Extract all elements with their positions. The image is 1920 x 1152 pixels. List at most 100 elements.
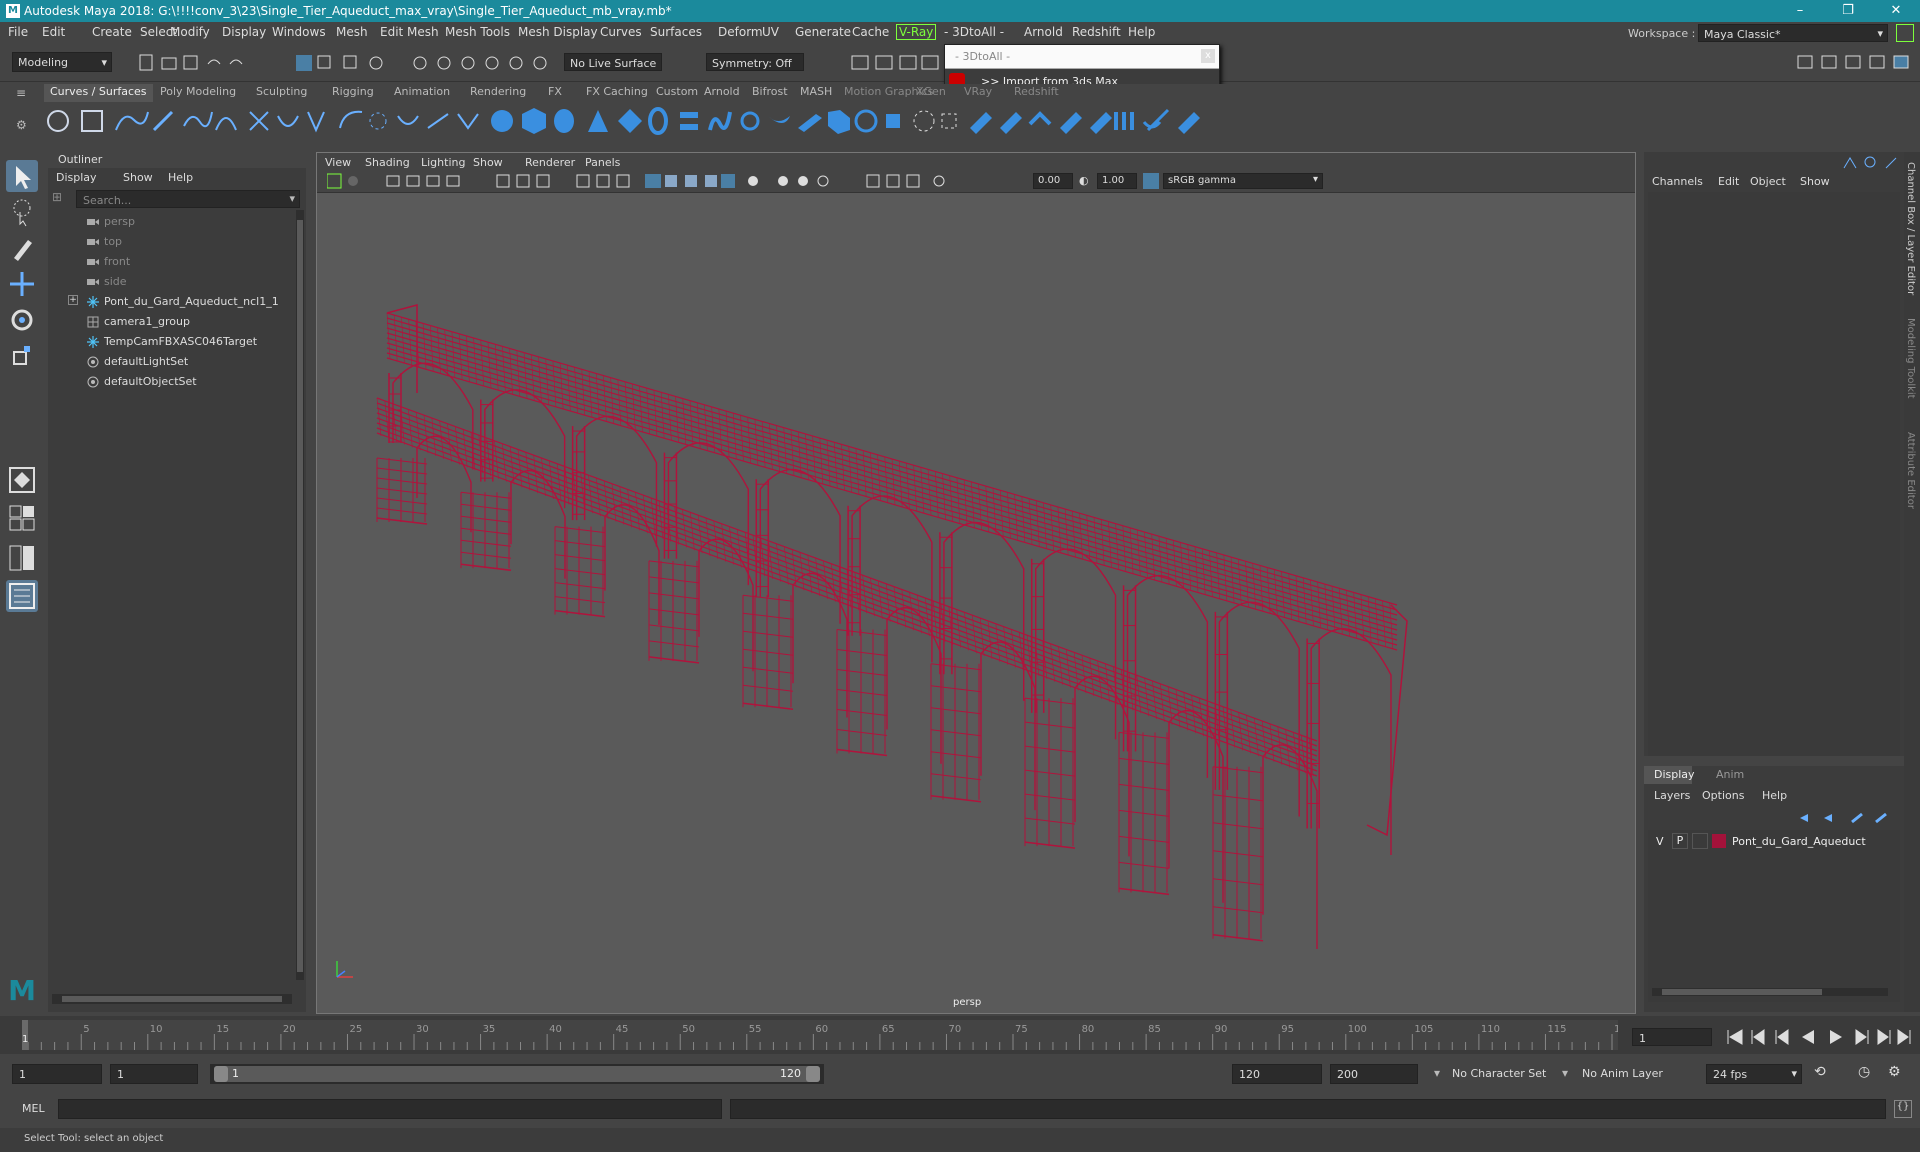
- shelf-tab-mash[interactable]: MASH: [794, 84, 838, 102]
- animation-end-field[interactable]: 200: [1330, 1064, 1418, 1084]
- current-frame-field[interactable]: 1: [1632, 1028, 1712, 1046]
- shelf-tab-xgen[interactable]: XGen: [910, 84, 952, 102]
- layer-playback-toggle[interactable]: P: [1672, 833, 1688, 849]
- layer-menu-help[interactable]: Help: [1762, 789, 1787, 802]
- tab-display[interactable]: Display: [1644, 766, 1695, 784]
- outliner-h-scrollbar[interactable]: [52, 994, 292, 1004]
- workspace-dropdown[interactable]: Maya Classic* ▾: [1698, 24, 1888, 42]
- outliner-item[interactable]: defaultLightSet: [48, 352, 298, 372]
- layer-menu-options[interactable]: Options: [1702, 789, 1744, 802]
- menu-mesh[interactable]: Mesh: [336, 25, 368, 39]
- layer-type-toggle[interactable]: [1692, 833, 1708, 849]
- rotate-tool-icon[interactable]: [6, 304, 38, 336]
- viewport-menu-renderer[interactable]: Renderer: [525, 156, 575, 169]
- shelf-tab-redshift[interactable]: Redshift: [1008, 84, 1065, 102]
- menu-set-dropdown[interactable]: Modeling ▾: [12, 52, 112, 72]
- menu-arnold[interactable]: Arnold: [1024, 25, 1063, 39]
- layer-menu-layers[interactable]: Layers: [1654, 789, 1690, 802]
- playback-start-field[interactable]: 1: [110, 1064, 198, 1084]
- maximize-button[interactable]: ❐: [1828, 0, 1868, 22]
- shelf-tab-fx-caching[interactable]: FX Caching: [580, 84, 654, 102]
- panel-toggle-icons[interactable]: [1796, 52, 1912, 74]
- tab-modeling-toolkit[interactable]: Modeling Toolkit: [1905, 318, 1916, 399]
- tab-channel-box-layer-editor[interactable]: Channel Box / Layer Editor: [1905, 162, 1916, 295]
- viewport-toolbar-icons[interactable]: [327, 173, 1027, 191]
- lock-icon[interactable]: [1896, 24, 1914, 42]
- outliner-item[interactable]: + Pont_du_Gard_Aqueduct_ncl1_1: [48, 292, 298, 312]
- playback-end-field[interactable]: 120: [1232, 1064, 1322, 1084]
- channelbox-menu-show[interactable]: Show: [1800, 175, 1830, 188]
- menu-modify[interactable]: Modify: [170, 25, 210, 39]
- expand-icon[interactable]: +: [68, 295, 78, 305]
- viewport-menu-panels[interactable]: Panels: [585, 156, 620, 169]
- select-tool-icon[interactable]: [6, 160, 38, 192]
- menu-v-ray[interactable]: V-Ray: [896, 24, 937, 40]
- range-end-grip[interactable]: [806, 1066, 820, 1082]
- menu-display[interactable]: Display: [222, 25, 266, 39]
- outliner-menu-help[interactable]: Help: [168, 171, 193, 184]
- menu-surfaces[interactable]: Surfaces: [650, 25, 702, 39]
- shelf-tab-custom[interactable]: Custom: [650, 84, 704, 102]
- range-slider-handle[interactable]: 1 120: [214, 1066, 820, 1082]
- outliner-item[interactable]: defaultObjectSet: [48, 372, 298, 392]
- menu-help[interactable]: Help: [1128, 25, 1155, 39]
- menu-windows[interactable]: Windows: [272, 25, 326, 39]
- character-set-icon[interactable]: ▾: [1434, 1066, 1448, 1080]
- filter-icon[interactable]: ⊞: [52, 190, 68, 206]
- color-management-icon[interactable]: [1143, 173, 1159, 189]
- outliner-item[interactable]: persp: [48, 212, 298, 232]
- live-surface-field[interactable]: No Live Surface: [564, 53, 662, 71]
- menu-generate[interactable]: Generate: [795, 25, 851, 39]
- tab-attribute-editor[interactable]: Attribute Editor: [1905, 432, 1916, 509]
- outliner-item[interactable]: side: [48, 272, 298, 292]
- script-editor-icon[interactable]: {}: [1894, 1100, 1912, 1118]
- scale-tool-icon[interactable]: [6, 340, 38, 372]
- outliner-item[interactable]: TempCamFBXASC046Target: [48, 332, 298, 352]
- menu-mesh-display[interactable]: Mesh Display: [518, 25, 598, 39]
- fps-dropdown[interactable]: 24 fps ▾: [1706, 1064, 1802, 1084]
- animation-start-field[interactable]: 1: [12, 1064, 102, 1084]
- gamma-field[interactable]: 1.00: [1097, 173, 1137, 189]
- lasso-tool-icon[interactable]: [6, 196, 38, 228]
- file-tools-icons[interactable]: [136, 52, 396, 74]
- viewport-menu-lighting[interactable]: Lighting: [421, 156, 465, 169]
- menu-3dtoall[interactable]: - 3DtoAll -: [944, 25, 1004, 39]
- anim-layer-icon[interactable]: ▾: [1562, 1066, 1576, 1080]
- shelf-menu-icon[interactable]: ≡: [16, 86, 30, 100]
- minimize-button[interactable]: –: [1780, 0, 1820, 22]
- menu-uv[interactable]: UV: [762, 25, 779, 39]
- time-slider[interactable]: 5 10 15 20 25 30 35 40 45 50 55 60 65 70 75 80 85 90 95 100…: [0, 1016, 1920, 1054]
- outliner-search-input[interactable]: Search... ▾: [76, 190, 300, 208]
- menu-file[interactable]: File: [8, 25, 28, 39]
- shelf-settings-icon[interactable]: ⚙: [16, 118, 30, 132]
- layer-visibility-toggle[interactable]: V: [1656, 835, 1664, 848]
- outliner-item[interactable]: front: [48, 252, 298, 272]
- command-input[interactable]: [58, 1099, 722, 1119]
- shelf-tab-rigging[interactable]: Rigging: [326, 84, 380, 102]
- render-icons[interactable]: [850, 52, 940, 74]
- range-start-grip[interactable]: [214, 1066, 228, 1082]
- channelbox-menu-channels[interactable]: Channels: [1652, 175, 1703, 188]
- loop-icon[interactable]: ⟲: [1814, 1064, 1834, 1084]
- channelbox-menu-edit[interactable]: Edit: [1718, 175, 1739, 188]
- shelf-tab-fx[interactable]: FX: [542, 84, 568, 102]
- shelf-tab-curves-surfaces[interactable]: Curves / Surfaces: [44, 84, 153, 102]
- outliner-menu-show[interactable]: Show: [123, 171, 153, 184]
- channelbox-toggle-icons[interactable]: [1840, 154, 1900, 170]
- shelf-tab-rendering[interactable]: Rendering: [464, 84, 532, 102]
- menu-create[interactable]: Create: [92, 25, 132, 39]
- outliner-title[interactable]: Outliner: [58, 153, 102, 166]
- channelbox-menu-object[interactable]: Object: [1750, 175, 1786, 188]
- viewport-menu-shading[interactable]: Shading: [365, 156, 410, 169]
- auto-key-icon[interactable]: ◷: [1858, 1064, 1878, 1084]
- layer-tool-icons[interactable]: [1796, 810, 1896, 826]
- symmetry-dropdown[interactable]: Symmetry: Off: [706, 53, 804, 71]
- playback-controls[interactable]: [1724, 1026, 1914, 1048]
- viewport-menu-view[interactable]: View: [325, 156, 351, 169]
- menu-curves[interactable]: Curves: [600, 25, 642, 39]
- four-view-layout-icon[interactable]: [6, 502, 38, 534]
- gamma-icon[interactable]: ◐: [1079, 174, 1093, 188]
- shelf-tab-sculpting[interactable]: Sculpting: [250, 84, 313, 102]
- paint-select-icon[interactable]: [6, 232, 38, 264]
- menu-edit-mesh[interactable]: Edit Mesh: [380, 25, 439, 39]
